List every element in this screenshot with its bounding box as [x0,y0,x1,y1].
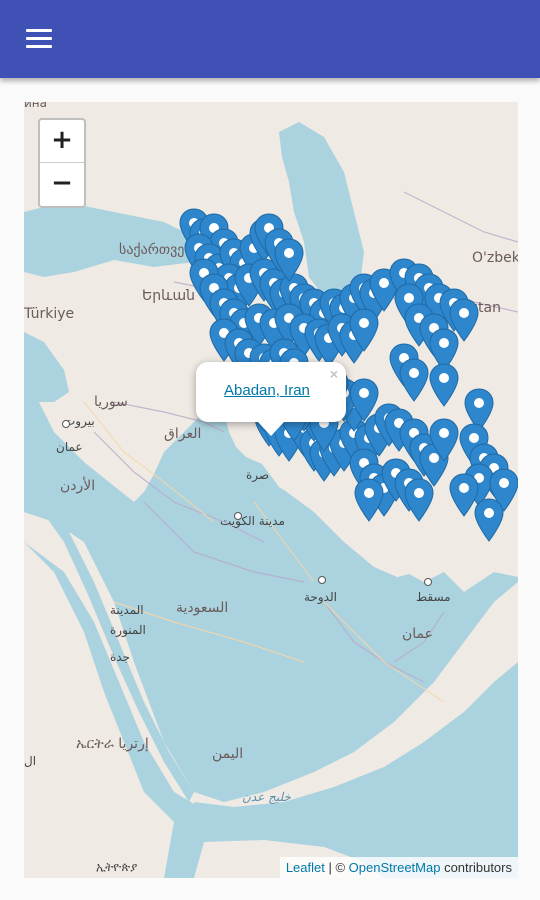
popup-close-button[interactable]: × [330,366,338,382]
city-dot [234,512,242,520]
hamburger-menu-icon[interactable] [22,24,58,56]
map-label-saudi: السعودية [176,600,229,616]
map-view[interactable]: + − ина საქართველო Երևան Türkiye tan nis… [24,102,518,878]
map-label-doha: الدوحة [304,590,337,604]
popup-location-link[interactable]: Abadan, Iran [224,382,310,399]
attribution-separator: | © [324,860,349,875]
app-bar [0,0,540,78]
map-label-iraq: العراق [164,426,202,442]
map-label-armenia: Երևան [142,288,195,304]
map-label-gulf-aden: خليج عدن [242,790,291,804]
map-label-medina: المدينة المنورة [110,600,150,640]
attribution-suffix: contributors [440,860,512,875]
zoom-out-button[interactable]: − [40,163,84,205]
map-marker-icon[interactable] [429,418,459,462]
map-marker-icon[interactable] [399,358,429,402]
map-marker-icon[interactable] [429,363,459,407]
map-label-kuwait: مدينة الكويت [220,514,285,528]
map-label-yemen: اليمن [212,746,244,762]
leaflet-link[interactable]: Leaflet [286,860,325,875]
map-attribution: Leaflet | © OpenStreetMap contributors [279,857,518,878]
map-label-uzbek: O'zbek [472,250,518,266]
zoom-control: + − [38,118,86,208]
map-label-hina: ина [24,102,47,110]
map-marker-icon[interactable] [349,308,379,352]
city-dot [424,578,432,586]
map-label-oman: عمان [402,626,433,642]
city-dot [62,420,70,428]
map-label-syria: سوريا [94,394,128,410]
map-marker-icon[interactable] [349,378,379,422]
map-label-amman: عمان [56,440,83,454]
map-marker-icon[interactable] [404,478,434,522]
map-label-muscat: مسقط [416,590,451,604]
map-marker-icon[interactable] [354,478,384,522]
map-label-basra: صرة [246,468,270,482]
map-label-medina-text: المدينة المنورة [110,603,146,637]
map-label-turkey: Türkiye [24,306,75,322]
map-marker-icon[interactable] [274,238,304,282]
map-label-ethiopia: ኢትዮጵያ [96,860,138,874]
map-label-jordan: الأردن [60,478,96,494]
openstreetmap-link[interactable]: OpenStreetMap [349,860,441,875]
marker-popup: × Abadan, Iran [196,362,346,436]
map-label-al: ال [24,754,37,768]
map-marker-icon[interactable] [474,498,504,542]
zoom-in-button[interactable]: + [40,120,84,163]
map-label-eritrea: ኤርትራ إرتريا [76,736,149,752]
map-label-jeddah: جدة [110,650,131,664]
city-dot [318,576,326,584]
